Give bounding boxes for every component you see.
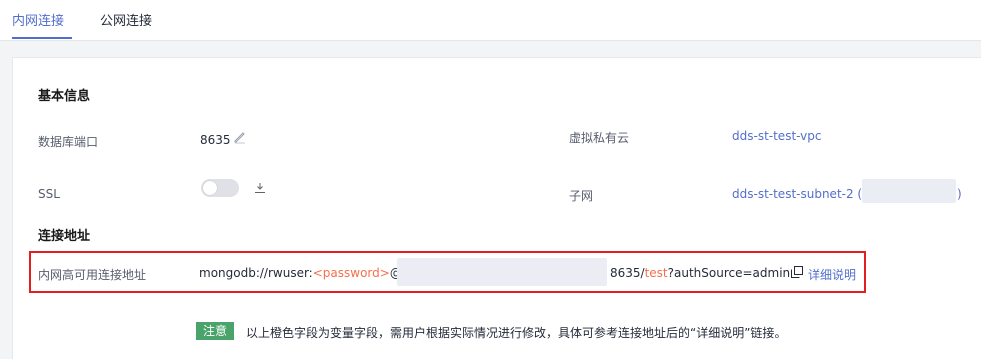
- port-value: 8635: [200, 133, 231, 147]
- ssl-label: SSL: [38, 187, 60, 201]
- connection-string-start: mongodb://rwuser:<password>@: [199, 266, 402, 280]
- connection-info-card: 基本信息 数据库端口 8635 虚拟私有云 dds-st-test-vpc SS…: [12, 57, 981, 359]
- password-placeholder: <password>: [312, 266, 390, 280]
- tab-bar: 内网连接 公网连接: [0, 0, 981, 41]
- ssl-toggle[interactable]: [201, 179, 239, 197]
- tab-public-connection[interactable]: 公网连接: [100, 10, 152, 29]
- details-link[interactable]: 详细说明: [808, 266, 856, 283]
- download-icon[interactable]: [254, 182, 266, 194]
- copy-icon[interactable]: [791, 266, 803, 278]
- connection-address-title: 连接地址: [38, 229, 91, 244]
- port-label: 数据库端口: [38, 135, 99, 149]
- subnet-label: 子网: [569, 189, 594, 203]
- connection-port: 8635/: [610, 266, 645, 280]
- private-ha-address-label: 内网高可用连接地址: [38, 268, 147, 282]
- db-placeholder: test: [644, 266, 668, 280]
- vpc-link[interactable]: dds-st-test-vpc: [732, 129, 821, 143]
- connection-prefix: mongodb://rwuser:: [199, 266, 313, 280]
- subnet-suffix: ): [957, 187, 962, 201]
- edit-icon[interactable]: [233, 130, 247, 144]
- active-tab-indicator: [12, 37, 72, 39]
- note-badge: 注意: [196, 322, 234, 340]
- host-ip-masked: [397, 258, 607, 286]
- note-text: 以上橙色字段为变量字段，需用户根据实际情况进行修改，具体可参考连接地址后的“详细…: [246, 326, 787, 340]
- basic-info-title: 基本信息: [38, 89, 91, 104]
- connection-string-end: 8635/test?authSource=admin: [610, 266, 790, 280]
- subnet-name: dds-st-test-subnet-2 (: [732, 187, 863, 201]
- ssl-toggle-knob: [203, 181, 217, 195]
- vpc-label: 虚拟私有云: [569, 131, 630, 145]
- tab-private-connection[interactable]: 内网连接: [12, 10, 64, 29]
- subnet-cidr-masked: [862, 179, 956, 203]
- subnet-link[interactable]: dds-st-test-subnet-2 (: [732, 187, 862, 201]
- connection-suffix: ?authSource=admin: [667, 266, 791, 280]
